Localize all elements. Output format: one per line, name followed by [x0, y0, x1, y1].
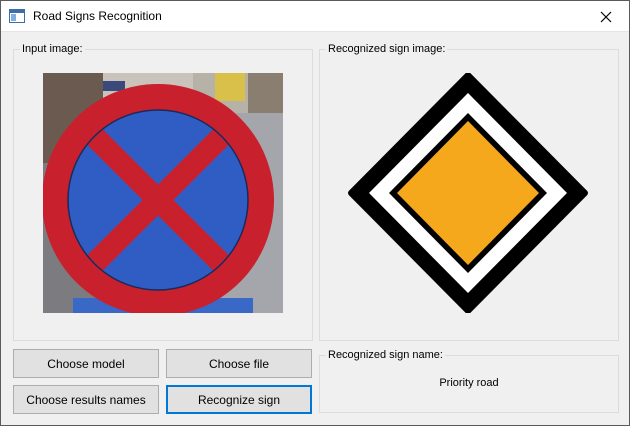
recognized-sign-image-label: Recognized sign image: — [326, 43, 448, 55]
input-image-label: Input image: — [20, 43, 85, 55]
recognized-sign-image — [347, 72, 589, 314]
title-bar[interactable]: Road Signs Recognition — [1, 1, 629, 32]
recognize-sign-button[interactable]: Recognize sign — [166, 385, 312, 414]
recognized-sign-name-value: Priority road — [439, 377, 499, 389]
app-window: Road Signs Recognition Input image: Reco… — [0, 0, 630, 426]
app-window-icon — [9, 9, 25, 23]
choose-results-names-button[interactable]: Choose results names — [13, 385, 159, 414]
close-icon — [600, 11, 612, 22]
recognized-sign-name-label: Recognized sign name: — [326, 349, 445, 361]
close-button[interactable] — [583, 1, 629, 32]
choose-file-button[interactable]: Choose file — [166, 349, 312, 378]
input-image — [43, 73, 283, 313]
window-title: Road Signs Recognition — [33, 9, 162, 23]
recognized-sign-name-group: Recognized sign name: Priority road — [319, 349, 619, 413]
choose-model-button[interactable]: Choose model — [13, 349, 159, 378]
